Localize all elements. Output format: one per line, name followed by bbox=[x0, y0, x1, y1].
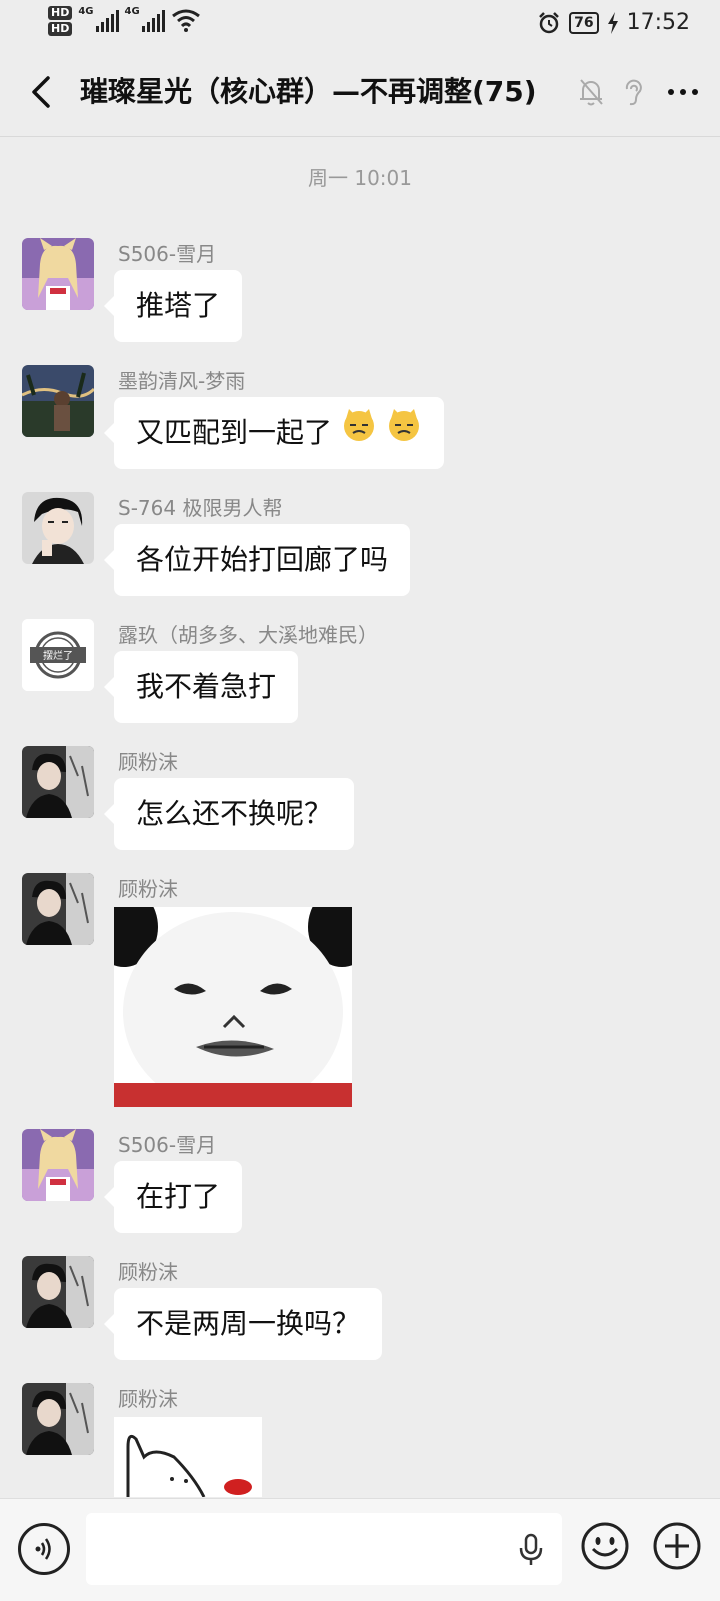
voice-icon bbox=[35, 1538, 51, 1560]
message-bubble[interactable]: 又匹配到一起了 bbox=[104, 397, 444, 470]
panda-meme-icon bbox=[114, 907, 352, 1107]
mute-bell-icon bbox=[580, 79, 603, 106]
chat-title: 璀璨星光（核心群）—不再调整(75) bbox=[80, 75, 537, 108]
emoji-sticker bbox=[341, 398, 422, 470]
sender-name: 顾粉沫 bbox=[118, 877, 178, 901]
sticker-image[interactable] bbox=[114, 907, 352, 1107]
emoji-button[interactable] bbox=[580, 1521, 630, 1575]
sender-name: 顾粉沫 bbox=[118, 1260, 178, 1284]
message-row: S506-雪月 推塔了 bbox=[22, 238, 702, 348]
message-row: 顾粉沫 bbox=[22, 1383, 702, 1497]
sender-name: 顾粉沫 bbox=[118, 1387, 178, 1411]
chevron-left-icon bbox=[32, 76, 50, 108]
voice-toggle-button[interactable] bbox=[18, 1523, 70, 1575]
avatar[interactable] bbox=[22, 238, 94, 310]
charging-icon bbox=[607, 11, 618, 34]
message-bubble[interactable]: 各位开始打回廊了吗 bbox=[103, 524, 411, 596]
message-row: 墨韵清风-梦雨 又匹配到一起了 bbox=[22, 365, 702, 475]
battery-indicator: 76 bbox=[569, 11, 599, 34]
cat-face-emoji-icon bbox=[343, 409, 374, 441]
more-options-button[interactable] bbox=[662, 70, 698, 114]
message-bubble[interactable]: 我不着急打 bbox=[103, 651, 299, 723]
microphone-icon bbox=[519, 1533, 543, 1565]
sender-name: S506-雪月 bbox=[118, 1133, 217, 1157]
wifi-icon bbox=[171, 9, 200, 32]
smiley-icon bbox=[581, 1522, 629, 1570]
avatar[interactable] bbox=[22, 1256, 94, 1328]
more-icon bbox=[668, 89, 698, 95]
message-input[interactable] bbox=[86, 1513, 562, 1585]
hd-indicator: HD HD bbox=[48, 6, 73, 36]
message-bubble[interactable]: 不是两周一换吗？ bbox=[103, 1288, 383, 1360]
message-row: 顾粉沫 不是两周一换吗？ bbox=[22, 1256, 702, 1366]
network-label-2: 4G bbox=[124, 6, 140, 17]
earpiece-icon bbox=[625, 79, 642, 106]
message-text: 又匹配到一起了 bbox=[136, 416, 333, 449]
network-label-1: 4G bbox=[78, 6, 94, 17]
hd2-badge: HD bbox=[48, 22, 73, 36]
signal-icon-1: 4G bbox=[78, 6, 119, 32]
sender-name: 露玖（胡多多、大溪地难民） bbox=[118, 623, 378, 647]
avatar[interactable] bbox=[22, 746, 94, 818]
avatar[interactable] bbox=[22, 1383, 94, 1455]
more-functions-button[interactable] bbox=[652, 1521, 702, 1575]
message-bubble[interactable]: 推塔了 bbox=[103, 270, 243, 342]
sender-name: 顾粉沫 bbox=[118, 750, 178, 774]
mic-button[interactable] bbox=[518, 1533, 544, 1571]
avatar[interactable] bbox=[22, 492, 94, 564]
plus-circle-icon bbox=[653, 1522, 701, 1570]
avatar-stamp-text: 摆烂了 bbox=[43, 649, 73, 662]
signal-icon-2: 4G bbox=[125, 6, 165, 32]
avatar[interactable] bbox=[22, 365, 94, 437]
cat-face-emoji-icon bbox=[388, 409, 419, 441]
message-bubble[interactable]: 在打了 bbox=[103, 1161, 243, 1233]
back-button[interactable] bbox=[24, 70, 64, 114]
sender-name: S506-雪月 bbox=[118, 242, 217, 266]
alarm-icon bbox=[539, 11, 559, 33]
input-bar bbox=[0, 1498, 720, 1601]
avatar[interactable]: 摆烂了 bbox=[22, 619, 94, 691]
message-bubble[interactable]: 怎么还不换呢？ bbox=[103, 778, 355, 850]
clock: 17:52 bbox=[626, 10, 690, 35]
sticker-image[interactable] bbox=[114, 1417, 262, 1497]
message-row: 摆烂了 露玖（胡多多、大溪地难民） 我不着急打 bbox=[22, 619, 702, 729]
status-bar: HD HD 4G 4G 76 17:52 bbox=[0, 0, 720, 48]
message-row: 顾粉沫 怎么还不换呢？ bbox=[22, 746, 702, 856]
avatar[interactable] bbox=[22, 1129, 94, 1201]
cat-sticker-icon bbox=[114, 1417, 262, 1497]
message-row: 顾粉沫 bbox=[22, 873, 702, 1113]
sender-name: S-764 极限男人帮 bbox=[118, 496, 283, 520]
avatar[interactable] bbox=[22, 873, 94, 945]
message-row: S-764 极限男人帮 各位开始打回廊了吗 bbox=[22, 492, 702, 602]
message-row: S506-雪月 在打了 bbox=[22, 1129, 702, 1239]
time-divider: 周一 10:01 bbox=[308, 166, 412, 190]
hd1-badge: HD bbox=[48, 6, 73, 20]
chat-header: 璀璨星光（核心群）—不再调整(75) bbox=[0, 48, 720, 137]
sender-name: 墨韵清风-梦雨 bbox=[118, 369, 246, 393]
